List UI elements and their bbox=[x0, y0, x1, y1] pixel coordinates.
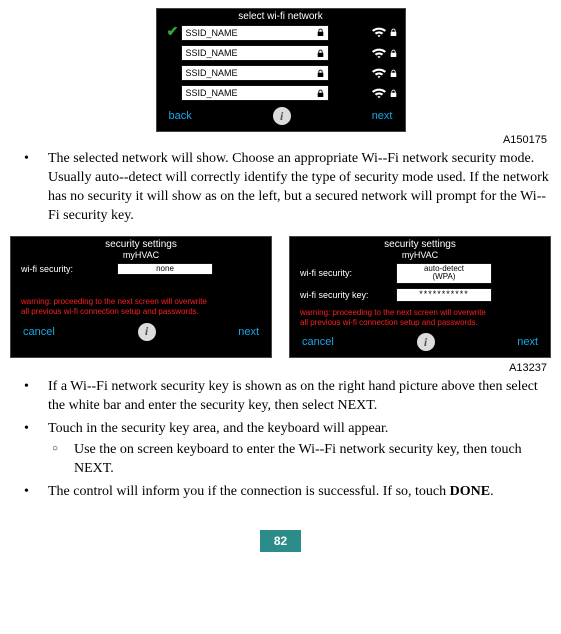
warning-text: warning: proceeding to the next screen w… bbox=[290, 304, 550, 329]
lock-icon bbox=[317, 69, 324, 78]
wifi-key-label: wi-fi security key: bbox=[300, 290, 396, 300]
next-button[interactable]: next bbox=[517, 336, 538, 348]
ssid-label: SSID_NAME bbox=[186, 68, 238, 78]
wifi-icon bbox=[371, 27, 387, 38]
security-screen-none: security settings myHVAC wi-fi security:… bbox=[10, 236, 272, 359]
info-icon[interactable]: i bbox=[273, 107, 291, 125]
lock-icon bbox=[317, 89, 324, 98]
wifi-key-field[interactable]: *********** bbox=[396, 288, 492, 302]
lock-icon bbox=[317, 28, 324, 37]
ssid-label: SSID_NAME bbox=[186, 28, 238, 38]
wifi-icon bbox=[371, 88, 387, 99]
next-button[interactable]: next bbox=[238, 326, 259, 338]
wifi-security-label: wi-fi security: bbox=[300, 268, 396, 278]
wifi-icon bbox=[371, 68, 387, 79]
screen-subtitle: myHVAC bbox=[11, 250, 271, 261]
check-icon: ✔ bbox=[167, 25, 179, 40]
warning-text: warning: proceeding to the next screen w… bbox=[11, 293, 271, 318]
ssid-item[interactable]: SSID_NAME bbox=[181, 85, 329, 101]
info-icon[interactable]: i bbox=[417, 333, 435, 351]
lock-icon bbox=[390, 28, 397, 37]
instruction-bullet: If a Wi--Fi network security key is show… bbox=[10, 378, 551, 416]
ssid-row[interactable]: ✔ SSID_NAME bbox=[157, 22, 405, 43]
instruction-bullet: The selected network will show. Choose a… bbox=[10, 150, 551, 226]
screen-title: security settings bbox=[11, 237, 271, 250]
figure-id: A13237 bbox=[10, 360, 551, 378]
wifi-icon bbox=[371, 48, 387, 59]
screen-title: select wi-fi network bbox=[157, 9, 405, 22]
wifi-security-label: wi-fi security: bbox=[21, 264, 117, 274]
cancel-button[interactable]: cancel bbox=[302, 336, 334, 348]
wifi-select-figure: select wi-fi network ✔ SSID_NAME SSID_NA… bbox=[10, 8, 551, 132]
info-icon[interactable]: i bbox=[138, 323, 156, 341]
ssid-row[interactable]: SSID_NAME bbox=[157, 63, 405, 83]
wifi-security-value[interactable]: auto-detect (WPA) bbox=[396, 263, 492, 285]
security-screen-autodetect: security settings myHVAC wi-fi security:… bbox=[289, 236, 551, 359]
ssid-label: SSID_NAME bbox=[186, 48, 238, 58]
security-settings-figure: security settings myHVAC wi-fi security:… bbox=[10, 230, 551, 361]
ssid-item[interactable]: SSID_NAME bbox=[181, 65, 329, 81]
screen-title: security settings bbox=[290, 237, 550, 250]
page-number: 82 bbox=[260, 530, 301, 552]
wifi-security-value[interactable]: none bbox=[117, 263, 213, 276]
lock-icon bbox=[390, 69, 397, 78]
figure-id: A150175 bbox=[10, 132, 551, 150]
cancel-button[interactable]: cancel bbox=[23, 326, 55, 338]
ssid-label: SSID_NAME bbox=[186, 88, 238, 98]
ssid-item[interactable]: SSID_NAME bbox=[181, 25, 329, 41]
instruction-bullet: The control will inform you if the conne… bbox=[10, 483, 551, 502]
ssid-item[interactable]: SSID_NAME bbox=[181, 45, 329, 61]
instruction-sub-bullet: Use the on screen keyboard to enter the … bbox=[48, 441, 551, 479]
next-button[interactable]: next bbox=[372, 110, 393, 122]
lock-icon bbox=[390, 89, 397, 98]
instruction-bullet: Touch in the security key area, and the … bbox=[10, 420, 551, 479]
lock-icon bbox=[317, 49, 324, 58]
ssid-row[interactable]: SSID_NAME bbox=[157, 83, 405, 103]
back-button[interactable]: back bbox=[169, 110, 192, 122]
ssid-row[interactable]: SSID_NAME bbox=[157, 43, 405, 63]
wifi-select-screen: select wi-fi network ✔ SSID_NAME SSID_NA… bbox=[156, 8, 406, 132]
lock-icon bbox=[390, 49, 397, 58]
screen-subtitle: myHVAC bbox=[290, 250, 550, 261]
